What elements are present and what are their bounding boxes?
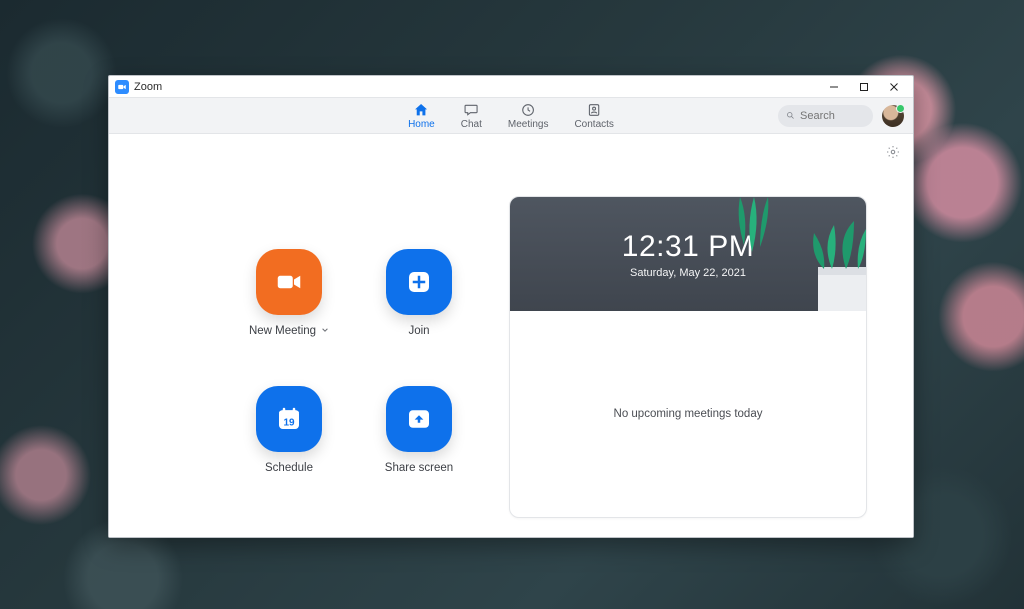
schedule-action: 19 Schedule [229,386,349,498]
empty-message: No upcoming meetings today [614,408,763,420]
tab-label: Chat [461,119,482,130]
search-icon [786,110,795,121]
tab-chat[interactable]: Chat [461,98,482,133]
close-button[interactable] [879,76,909,98]
profile-avatar[interactable] [882,105,904,127]
plus-icon [404,267,434,297]
zoom-app-icon [115,80,129,94]
desktop-wallpaper: Zoom Home Chat [0,0,1024,609]
zoom-window: Zoom Home Chat [108,75,914,538]
window-title: Zoom [134,81,162,93]
action-label: Join [408,325,429,337]
tab-meetings[interactable]: Meetings [508,98,549,133]
share-screen-action: Share screen [359,386,479,498]
new-meeting-label-row[interactable]: New Meeting [249,325,329,337]
upcoming-panel: 12:31 PM Saturday, May 22, 2021 No upcom… [509,196,867,518]
video-icon [274,267,304,297]
tab-label: Contacts [574,119,613,130]
panel-header: 12:31 PM Saturday, May 22, 2021 [510,197,866,311]
home-content: New Meeting Join [109,134,913,537]
share-screen-button[interactable] [386,386,452,452]
svg-text:19: 19 [283,417,295,428]
search-input-wrap[interactable] [778,105,873,127]
action-label: New Meeting [249,325,316,337]
minimize-button[interactable] [819,76,849,98]
schedule-button[interactable]: 19 [256,386,322,452]
settings-button[interactable] [885,144,901,165]
home-actions-grid: New Meeting Join [229,249,479,498]
tab-label: Home [408,119,435,130]
chevron-down-icon [321,325,329,337]
search-input[interactable] [800,110,865,122]
maximize-button[interactable] [849,76,879,98]
upcoming-empty: No upcoming meetings today [510,311,866,517]
titlebar: Zoom [109,76,913,98]
calendar-icon: 19 [274,404,304,434]
share-screen-icon [404,404,434,434]
new-meeting-button[interactable] [256,249,322,315]
plant-pot-decor-icon [774,221,866,311]
clock-date: Saturday, May 22, 2021 [630,267,746,279]
join-button[interactable] [386,249,452,315]
nav-tabs: Home Chat Meetings Contacts [109,98,913,134]
action-label: Share screen [385,462,453,474]
tab-label: Meetings [508,119,549,130]
action-label: Schedule [265,462,313,474]
join-action: Join [359,249,479,361]
tab-contacts[interactable]: Contacts [574,98,613,133]
new-meeting-action: New Meeting [229,249,349,361]
plant-decor-icon [730,197,780,257]
tab-home[interactable]: Home [408,98,435,133]
